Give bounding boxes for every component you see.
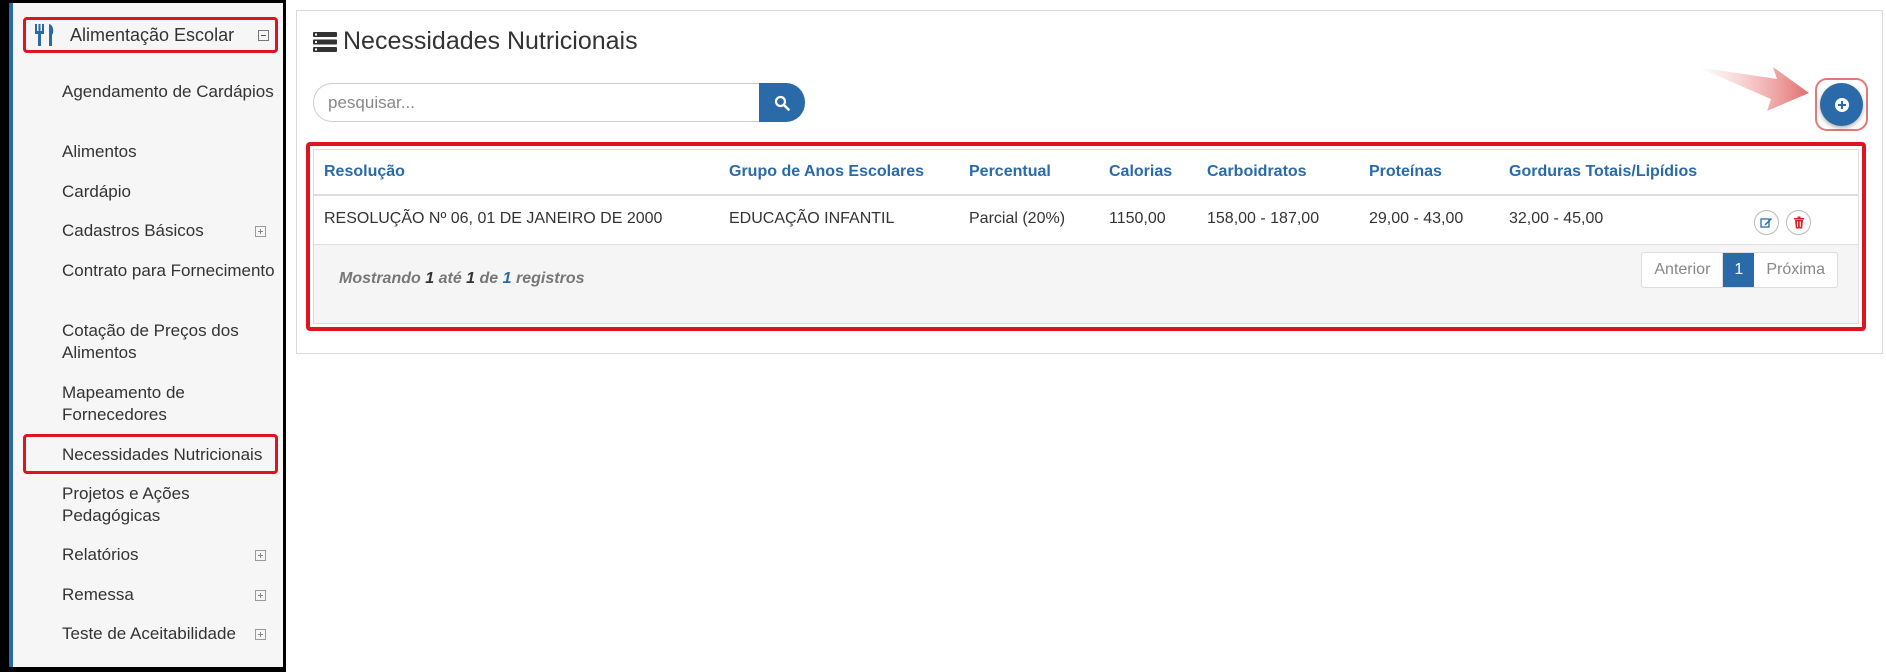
cell-carboidratos: 158,00 - 187,00 [1207, 210, 1320, 227]
search-icon [775, 95, 790, 111]
add-button[interactable] [1820, 83, 1863, 126]
sidebar-item-alimentos[interactable]: Alimentos [62, 141, 277, 163]
sidebar-item-label: Cardápio [62, 182, 131, 201]
sidebar-item-agendamento-de-cardapios[interactable]: Agendamento de Cardápios [62, 81, 277, 103]
page-title: Necessidades Nutricionais [313, 27, 638, 56]
sidebar-item-label: Contrato para Fornecimento [62, 261, 275, 280]
cell-percentual: Parcial (20%) [969, 210, 1066, 227]
records-total: 1 [502, 270, 512, 287]
cell-grupo-de-anos: EDUCAÇÃO INFANTIL [729, 210, 895, 227]
sidebar-menu: Alimentação Escolar Agendamento de Cardá… [9, 3, 283, 667]
collapse-icon[interactable] [258, 29, 269, 41]
sidebar-item-label: Alimentos [62, 142, 137, 161]
records-de: de [479, 270, 499, 287]
table-row: RESOLUÇÃO Nº 06, 01 DE JANEIRO DE 2000 E… [314, 196, 1858, 245]
cell-resolucao: RESOLUÇÃO Nº 06, 01 DE JANEIRO DE 2000 [324, 210, 663, 227]
plus-circle-icon [1834, 97, 1849, 112]
table-header: Resolução Grupo de Anos Escolares Percen… [314, 150, 1858, 196]
expand-icon[interactable] [255, 226, 266, 237]
sidebar-item-label: Agendamento de Cardápios [62, 82, 274, 101]
sidebar-item-cardapio[interactable]: Cardápio [62, 181, 277, 203]
column-header-grupo-de-anos[interactable]: Grupo de Anos Escolares [729, 163, 924, 181]
column-header-percentual[interactable]: Percentual [969, 163, 1051, 181]
trash-icon [1793, 216, 1804, 229]
cell-gorduras: 32,00 - 45,00 [1509, 210, 1604, 227]
expand-icon[interactable] [255, 590, 266, 601]
edit-icon [1760, 218, 1772, 228]
add-button-highlight [1815, 78, 1868, 131]
page-title-text: Necessidades Nutricionais [343, 27, 638, 55]
cell-calorias: 1150,00 [1109, 210, 1166, 227]
column-header-calorias[interactable]: Calorias [1109, 163, 1172, 181]
records-info-prefix: Mostrando [339, 270, 421, 287]
sidebar-item-label: Necessidades Nutricionais [62, 445, 263, 464]
records-suffix: registros [516, 270, 585, 287]
table-highlight: Resolução Grupo de Anos Escolares Percen… [306, 142, 1866, 331]
sidebar-item-contrato-para-fornecimento[interactable]: Contrato para Fornecimento [62, 260, 277, 282]
sidebar-group-alimentacao-escolar[interactable]: Alimentação Escolar [23, 17, 278, 53]
search-bar [313, 83, 805, 122]
sidebar-item-necessidades-nutricionais[interactable]: Necessidades Nutricionais [62, 444, 277, 466]
sidebar-item-label: Mapeamento de Fornecedores [62, 383, 185, 424]
table-footer: Mostrando 1 até 1 de 1 registros Anterio… [314, 245, 1858, 323]
sidebar-item-label: Teste de Aceitabilidade [62, 624, 236, 643]
main-panel: Necessidades Nutricionais pesquisar... R… [296, 10, 1883, 354]
delete-button[interactable] [1786, 210, 1811, 235]
records-from: 1 [425, 270, 435, 287]
server-list-icon [313, 31, 337, 52]
edit-button[interactable] [1754, 210, 1779, 235]
pointer-arrow-icon [1697, 67, 1809, 111]
pagination-page-current[interactable]: 1 [1723, 253, 1755, 287]
sidebar-group-label: Alimentação Escolar [70, 24, 235, 45]
pagination-next[interactable]: Próxima [1754, 253, 1837, 287]
sidebar-item-label: Cadastros Básicos [62, 221, 204, 240]
search-input[interactable] [313, 83, 760, 122]
sidebar-item-label: Projetos e Ações Pedagógicas [62, 484, 190, 525]
sidebar-item-label: Relatórios [62, 545, 139, 564]
records-ate: até [438, 270, 462, 287]
sidebar-item-cadastros-basicos[interactable]: Cadastros Básicos [62, 220, 277, 242]
sidebar-item-cotacao-de-precos[interactable]: Cotação de Preços dos Alimentos [62, 320, 277, 364]
data-table: Resolução Grupo de Anos Escolares Percen… [313, 149, 1859, 324]
sidebar-item-mapeamento-de-fornecedores[interactable]: Mapeamento de Fornecedores [62, 382, 277, 426]
pagination-previous[interactable]: Anterior [1642, 253, 1724, 287]
records-info: Mostrando 1 até 1 de 1 registros [339, 270, 584, 288]
sidebar: Alimentação Escolar Agendamento de Cardá… [0, 0, 286, 672]
sidebar-item-remessa[interactable]: Remessa [62, 584, 277, 606]
expand-icon[interactable] [255, 629, 266, 640]
column-header-carboidratos[interactable]: Carboidratos [1207, 163, 1307, 181]
search-button[interactable] [759, 83, 805, 122]
column-header-proteinas[interactable]: Proteínas [1369, 163, 1442, 181]
column-header-gorduras[interactable]: Gorduras Totais/Lipídios [1509, 163, 1697, 181]
expand-icon[interactable] [255, 550, 266, 561]
sidebar-item-projetos-e-acoes[interactable]: Projetos e Ações Pedagógicas [62, 483, 277, 527]
records-to: 1 [466, 270, 476, 287]
sidebar-item-label: Remessa [62, 585, 134, 604]
column-header-resolucao[interactable]: Resolução [324, 163, 405, 181]
sidebar-item-label: Cotação de Preços dos Alimentos [62, 321, 239, 362]
cell-proteinas: 29,00 - 43,00 [1369, 210, 1464, 227]
fork-knife-icon [35, 24, 54, 46]
sidebar-item-relatorios[interactable]: Relatórios [62, 544, 277, 566]
sidebar-item-teste-de-aceitabilidade[interactable]: Teste de Aceitabilidade [62, 623, 277, 645]
pagination: Anterior 1 Próxima [1641, 252, 1838, 288]
